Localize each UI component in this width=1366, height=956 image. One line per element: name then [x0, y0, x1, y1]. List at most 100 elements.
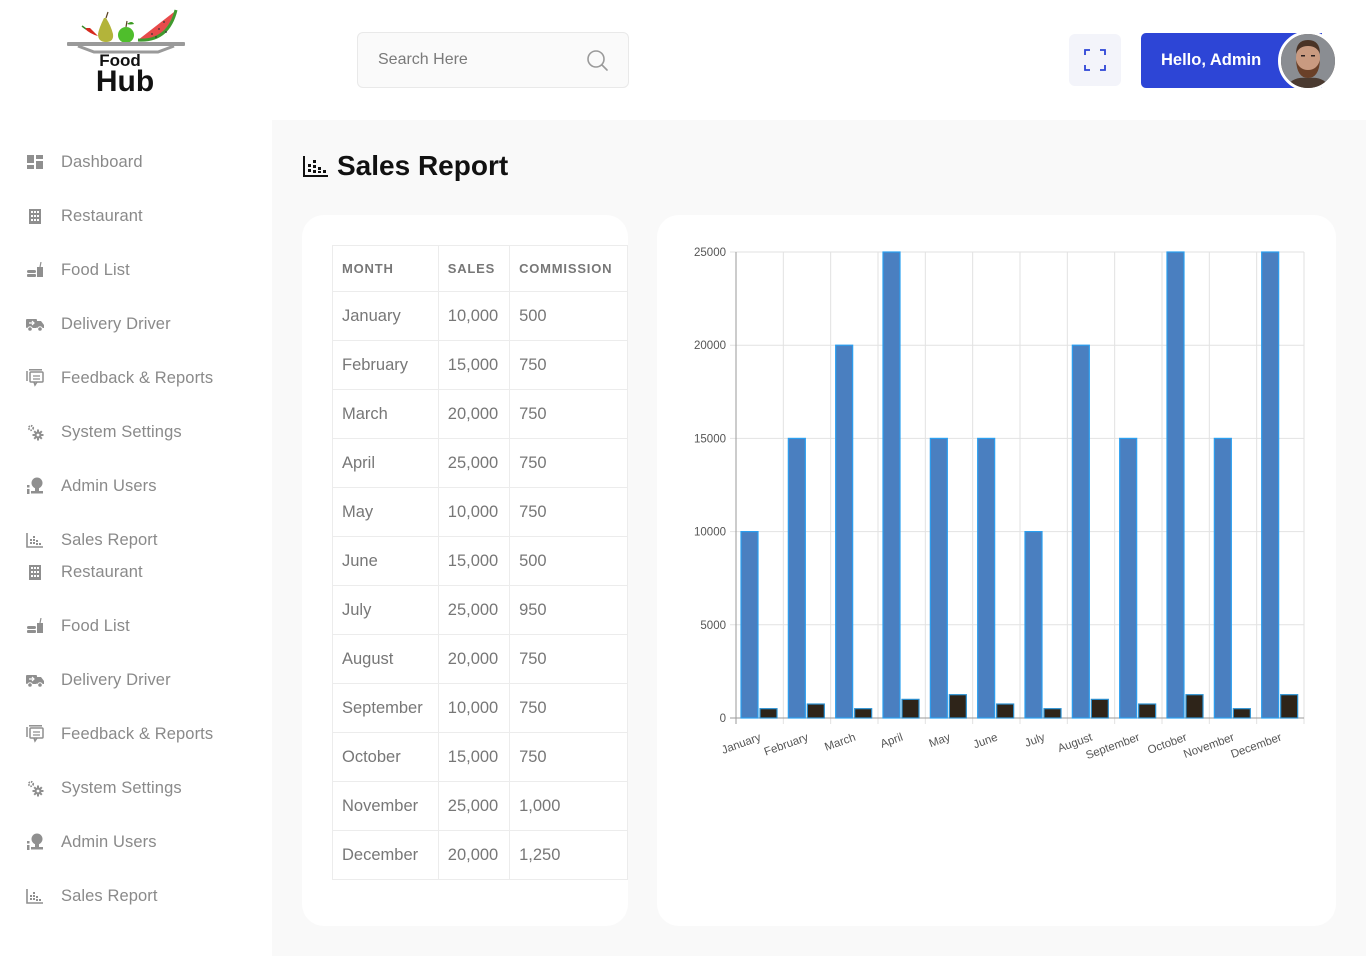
cell-sales: 20,000 — [437, 389, 511, 439]
column-header-month[interactable]: MONTH — [332, 245, 439, 292]
x-tick-label: February — [763, 731, 811, 758]
cell-commission: 750 — [509, 389, 628, 439]
sidebar-item-label: System Settings — [61, 778, 182, 797]
commission-bar — [806, 703, 825, 719]
column-header-commission[interactable]: COMMISSION — [509, 245, 628, 292]
table-row: September 10,000 750 — [332, 683, 628, 733]
table-row: November 25,000 1,000 — [332, 781, 628, 831]
cell-month: September — [332, 683, 439, 733]
cell-commission: 500 — [509, 536, 628, 586]
search-icon[interactable] — [586, 49, 610, 73]
sales-table: MONTH SALES COMMISSION January 10,000 500 F… — [332, 245, 628, 880]
cell-month: August — [332, 634, 439, 684]
sidebar-item-sales-report[interactable]: Sales Report — [24, 884, 158, 908]
cell-month: October — [332, 732, 439, 782]
gears-icon — [24, 779, 46, 797]
cell-commission: 750 — [509, 487, 628, 537]
cell-month: November — [332, 781, 439, 831]
sidebar-item-admin-users[interactable]: Admin Users — [24, 830, 157, 854]
cell-commission: 750 — [509, 732, 628, 782]
commission-bar — [1280, 694, 1299, 719]
bar-chart-icon — [24, 887, 46, 905]
sidebar-item-label: Sales Report — [61, 530, 158, 549]
sidebar-item-feedback-and-reports[interactable]: Feedback & Reports — [24, 366, 213, 390]
cell-commission: 1,250 — [509, 830, 628, 880]
y-tick-label: 20000 — [694, 340, 726, 352]
cell-sales: 25,000 — [437, 438, 511, 488]
dashboard-icon — [24, 153, 46, 171]
sidebar-item-system-settings[interactable]: System Settings — [24, 776, 182, 800]
avatar[interactable] — [1278, 31, 1338, 91]
cell-month: January — [332, 291, 439, 341]
commission-bar — [1090, 698, 1109, 719]
food-icon — [24, 261, 46, 279]
cell-sales: 20,000 — [437, 830, 511, 880]
sidebar-item-sales-report[interactable]: Sales Report — [24, 528, 158, 552]
commission-bar — [759, 708, 778, 719]
sidebar-item-label: System Settings — [61, 422, 182, 441]
sidebar-item-system-settings[interactable]: System Settings — [24, 420, 182, 444]
greeting-label: Hello, Admin — [1161, 51, 1262, 69]
fullscreen-icon — [1084, 49, 1106, 71]
cell-month: February — [332, 340, 439, 390]
sidebar-item-label: Admin Users — [61, 476, 157, 495]
cell-sales: 10,000 — [437, 683, 511, 733]
y-tick-label: 0 — [720, 713, 726, 725]
sidebar-item-restaurant[interactable]: Restaurant — [24, 204, 143, 228]
sidebar-item-delivery-driver[interactable]: Delivery Driver — [24, 668, 171, 692]
fullscreen-button[interactable] — [1069, 34, 1121, 86]
sales-bar — [1261, 251, 1280, 719]
sidebar-item-feedback-and-reports[interactable]: Feedback & Reports — [24, 722, 213, 746]
sidebar-item-label: Delivery Driver — [61, 670, 171, 689]
cell-commission: 750 — [509, 683, 628, 733]
bar-chart-icon — [303, 156, 328, 177]
cell-sales: 20,000 — [437, 634, 511, 684]
commission-bar — [854, 708, 873, 719]
food-hub-logo[interactable]: Food Hub — [64, 6, 188, 98]
truck-icon — [24, 315, 46, 333]
sales-bar — [740, 531, 759, 719]
x-tick-label: April — [879, 732, 905, 751]
sidebar-item-label: Dashboard — [61, 152, 143, 171]
cell-month: March — [332, 389, 439, 439]
cell-sales: 10,000 — [437, 487, 511, 537]
sidebar-item-food-list[interactable]: Food List — [24, 258, 130, 282]
cell-commission: 1,000 — [509, 781, 628, 831]
sidebar-item-food-list[interactable]: Food List — [24, 614, 130, 638]
sales-bar — [1024, 531, 1043, 719]
sales-bar — [882, 251, 901, 719]
cell-commission: 750 — [509, 634, 628, 684]
truck-icon — [24, 671, 46, 689]
y-tick-label: 25000 — [694, 247, 726, 259]
logo-graphic: Food Hub — [67, 9, 185, 98]
sidebar-item-label: Restaurant — [61, 206, 143, 225]
search-input[interactable] — [378, 33, 578, 87]
page-title: Sales Report — [303, 150, 508, 182]
cell-month: December — [332, 830, 439, 880]
commission-bar — [1185, 694, 1204, 719]
y-tick-label: 5000 — [700, 620, 726, 632]
x-tick-label: September — [1084, 731, 1141, 762]
sidebar-item-admin-users[interactable]: Admin Users — [24, 474, 157, 498]
sidebar-item-delivery-driver[interactable]: Delivery Driver — [24, 312, 171, 336]
sales-chart-card: 0 5000 10000 15000 20000 25000 January February… — [657, 215, 1336, 926]
cell-sales: 25,000 — [437, 781, 511, 831]
page-title-text: Sales Report — [337, 150, 509, 181]
sales-bar — [1119, 437, 1138, 719]
cell-month: July — [332, 585, 439, 635]
table-row: April 25,000 750 — [332, 438, 628, 488]
cell-sales: 15,000 — [437, 340, 511, 390]
sidebar: Food Hub Dashboard Restaurant Food List Del… — [0, 0, 272, 956]
table-row: June 15,000 500 — [332, 536, 628, 586]
table-row: February 15,000 750 — [332, 340, 628, 390]
building-icon — [24, 207, 46, 225]
column-header-sales[interactable]: SALES — [437, 245, 511, 292]
top-header: Hello, Admin — [272, 0, 1366, 120]
commission-bar — [1232, 708, 1251, 719]
sidebar-item-label: Food List — [61, 616, 130, 635]
food-icon — [24, 617, 46, 635]
sidebar-item-dashboard[interactable]: Dashboard — [24, 150, 143, 174]
user-photo — [1281, 34, 1335, 88]
sidebar-item-restaurant[interactable]: Restaurant — [24, 560, 143, 584]
x-tick-label: November — [1182, 731, 1236, 760]
